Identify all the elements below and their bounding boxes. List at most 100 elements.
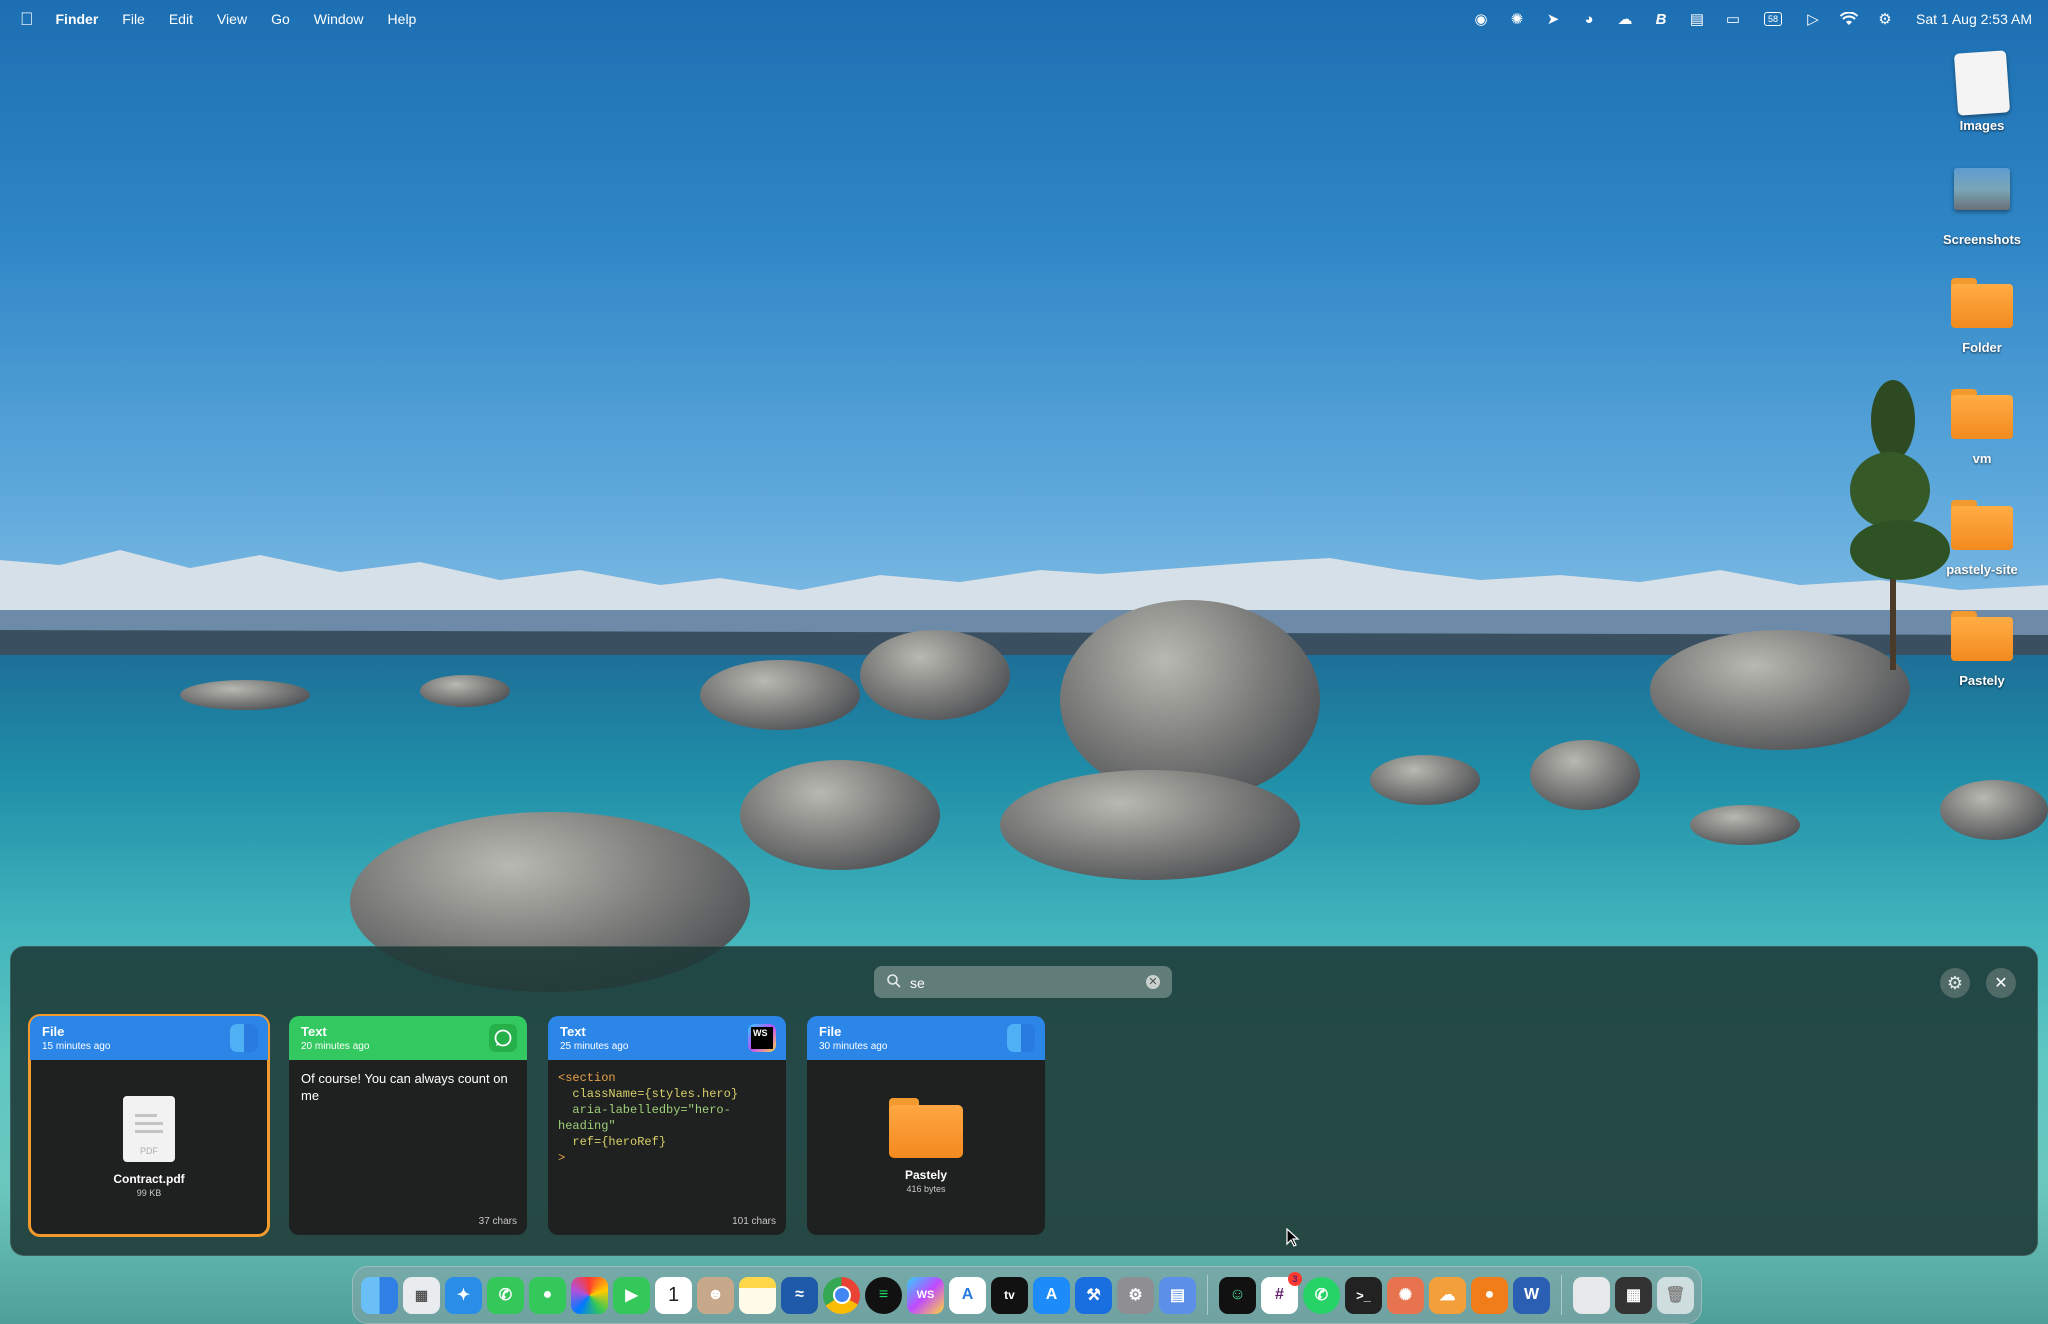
chrome-icon[interactable] <box>823 1276 860 1314</box>
desktop-item-label: pastely-site <box>1946 562 2018 577</box>
cloud-icon[interactable]: ☁ <box>1614 10 1636 28</box>
screen-mirror-icon[interactable]: ▭ <box>1722 10 1744 28</box>
card-header: Text 25 minutes ago WS <box>548 1016 786 1060</box>
arc-icon[interactable]: ◕ <box>1578 10 1600 28</box>
desktop-item-pastely-site[interactable]: pastely-site <box>1922 500 2042 577</box>
folder-icon <box>889 1098 963 1158</box>
preview-icon[interactable]: ▤ <box>1159 1276 1196 1314</box>
desktop-item-vm[interactable]: vm <box>1922 389 2042 466</box>
wallpaper-rock <box>1060 600 1320 800</box>
desktop-item-folder[interactable]: Folder <box>1922 278 2042 355</box>
textedit-icon[interactable]: A <box>949 1276 986 1314</box>
appletv-icon[interactable]: tv <box>991 1276 1028 1314</box>
menu-help[interactable]: Help <box>388 11 417 27</box>
wallpaper-rock <box>860 630 1010 720</box>
card-type: File <box>819 1024 842 1039</box>
code-snippet: <section className={styles.hero} aria-la… <box>548 1060 786 1176</box>
facetime-icon[interactable]: ▶ <box>613 1276 650 1314</box>
card-header: File 30 minutes ago <box>807 1016 1045 1060</box>
clear-search-icon[interactable]: ✕ <box>1146 975 1160 989</box>
appstore-icon[interactable]: A <box>1033 1276 1070 1314</box>
bluetooth-b-icon[interactable]: B <box>1650 10 1672 28</box>
close-icon: ✕ <box>1994 975 2008 992</box>
notification-badge: 3 <box>1288 1271 1302 1286</box>
messages-icon[interactable]: ● <box>529 1276 566 1314</box>
search-icon <box>887 974 901 988</box>
card-time: 20 minutes ago <box>301 1041 370 1052</box>
file-size: 99 KB <box>136 1188 162 1198</box>
menu-go[interactable]: Go <box>271 11 290 27</box>
play-icon[interactable]: ▷ <box>1802 10 1824 28</box>
downloads-stack-icon[interactable] <box>1573 1276 1610 1314</box>
code-line: className={styles.hero} <box>558 1087 739 1101</box>
word-icon[interactable]: W <box>1513 1276 1550 1314</box>
settings-button[interactable]: ⚙ <box>1940 968 1970 998</box>
folder-icon <box>1951 611 2013 661</box>
window-manager-icon[interactable]: ▦ <box>1615 1276 1652 1314</box>
finder-icon[interactable] <box>361 1276 398 1314</box>
close-button[interactable]: ✕ <box>1986 968 2016 998</box>
desktop-item-pastely[interactable]: Pastely <box>1922 611 2042 688</box>
notes-icon[interactable] <box>739 1276 776 1314</box>
code-line: heading" <box>558 1119 616 1133</box>
clip-card-code-text[interactable]: Text 25 minutes ago WS <section classNam… <box>548 1016 786 1235</box>
location-icon[interactable]: ➤ <box>1542 10 1564 28</box>
desktop-item-images[interactable]: Images <box>1922 50 2042 133</box>
calendar-icon[interactable]: 1 <box>655 1276 692 1314</box>
sparkle-icon[interactable]: ✺ <box>1506 10 1528 28</box>
code-line: > <box>558 1151 566 1165</box>
terminal-icon[interactable]: >_ <box>1345 1276 1382 1314</box>
menu-app-name[interactable]: Finder <box>56 11 99 27</box>
battery-icon[interactable]: 58 <box>1758 10 1788 28</box>
contacts-icon[interactable]: ☻ <box>697 1276 734 1314</box>
search-input[interactable] <box>908 972 1122 994</box>
menu-edit[interactable]: Edit <box>169 11 193 27</box>
card-time: 30 minutes ago <box>819 1041 888 1052</box>
wallpaper-rock <box>420 675 510 707</box>
control-center-icon[interactable]: ⚙ <box>1874 10 1896 28</box>
webstorm-icon[interactable]: WS <box>907 1276 944 1314</box>
menu-window[interactable]: Window <box>314 11 364 27</box>
clip-card-contract-pdf[interactable]: File 15 minutes ago Contract.pdf 99 KB <box>28 1014 270 1237</box>
desktop-item-label: Screenshots <box>1942 232 2022 247</box>
menu-clock[interactable]: Sat 1 Aug 2:53 AM <box>1916 11 2032 27</box>
claude-icon[interactable]: ✺ <box>1387 1276 1424 1314</box>
char-count: 37 chars <box>478 1216 517 1227</box>
photos-icon[interactable] <box>571 1276 608 1314</box>
code-line: <section <box>558 1071 616 1085</box>
chatgpt-icon[interactable]: ☺ <box>1219 1276 1256 1314</box>
safari-icon[interactable]: ✦ <box>445 1276 482 1314</box>
freeform-icon[interactable]: ≈ <box>781 1276 818 1314</box>
launchpad-icon[interactable]: ▦ <box>403 1276 440 1314</box>
trash-icon[interactable]: 🗑 <box>1657 1276 1694 1314</box>
spotify-icon[interactable]: ≡ <box>865 1276 902 1314</box>
clip-card-pastely-folder[interactable]: File 30 minutes ago Pastely 416 bytes <box>807 1016 1045 1235</box>
menu-file[interactable]: File <box>122 11 145 27</box>
card-type: File <box>42 1024 65 1039</box>
card-time: 15 minutes ago <box>42 1041 111 1052</box>
cloud-app-icon[interactable]: ☁ <box>1429 1276 1466 1314</box>
finder-icon <box>230 1024 258 1052</box>
display-icon[interactable]: ▤ <box>1686 10 1708 28</box>
screenshot-icon <box>1954 168 2010 210</box>
folder-icon <box>1951 389 2013 439</box>
desktop-item-screenshots[interactable]: Screenshots <box>1922 158 2042 247</box>
card-type: Text <box>301 1024 327 1039</box>
whatsapp-icon[interactable]: ✆ <box>1303 1276 1340 1314</box>
apple-menu-icon[interactable]:  <box>20 9 34 30</box>
dock-divider <box>1207 1275 1208 1315</box>
headset-icon[interactable]: ◉ <box>1470 10 1492 28</box>
slack-icon[interactable]: #3 <box>1261 1271 1302 1314</box>
pastely-icon[interactable]: ● <box>1471 1276 1508 1314</box>
clip-card-whatsapp-text[interactable]: Text 20 minutes ago Of course! You can a… <box>289 1016 527 1235</box>
wifi-icon[interactable] <box>1838 10 1860 28</box>
system-settings-icon[interactable]: ⚙ <box>1117 1276 1154 1314</box>
dock: ▦ ✦ ✆ ● ▶ 1 ☻ ≈ ≡ WS A tv A ⚒ ⚙ ▤ ☺ #3 ✆… <box>352 1266 1702 1324</box>
menu-view[interactable]: View <box>217 11 247 27</box>
card-body: Contract.pdf 99 KB <box>30 1060 268 1235</box>
xcode-icon[interactable]: ⚒ <box>1075 1276 1112 1314</box>
folder-icon <box>1951 278 2013 328</box>
file-name: Pastely <box>904 1168 948 1182</box>
phone-icon[interactable]: ✆ <box>487 1276 524 1314</box>
wallpaper-rock <box>1000 770 1300 880</box>
